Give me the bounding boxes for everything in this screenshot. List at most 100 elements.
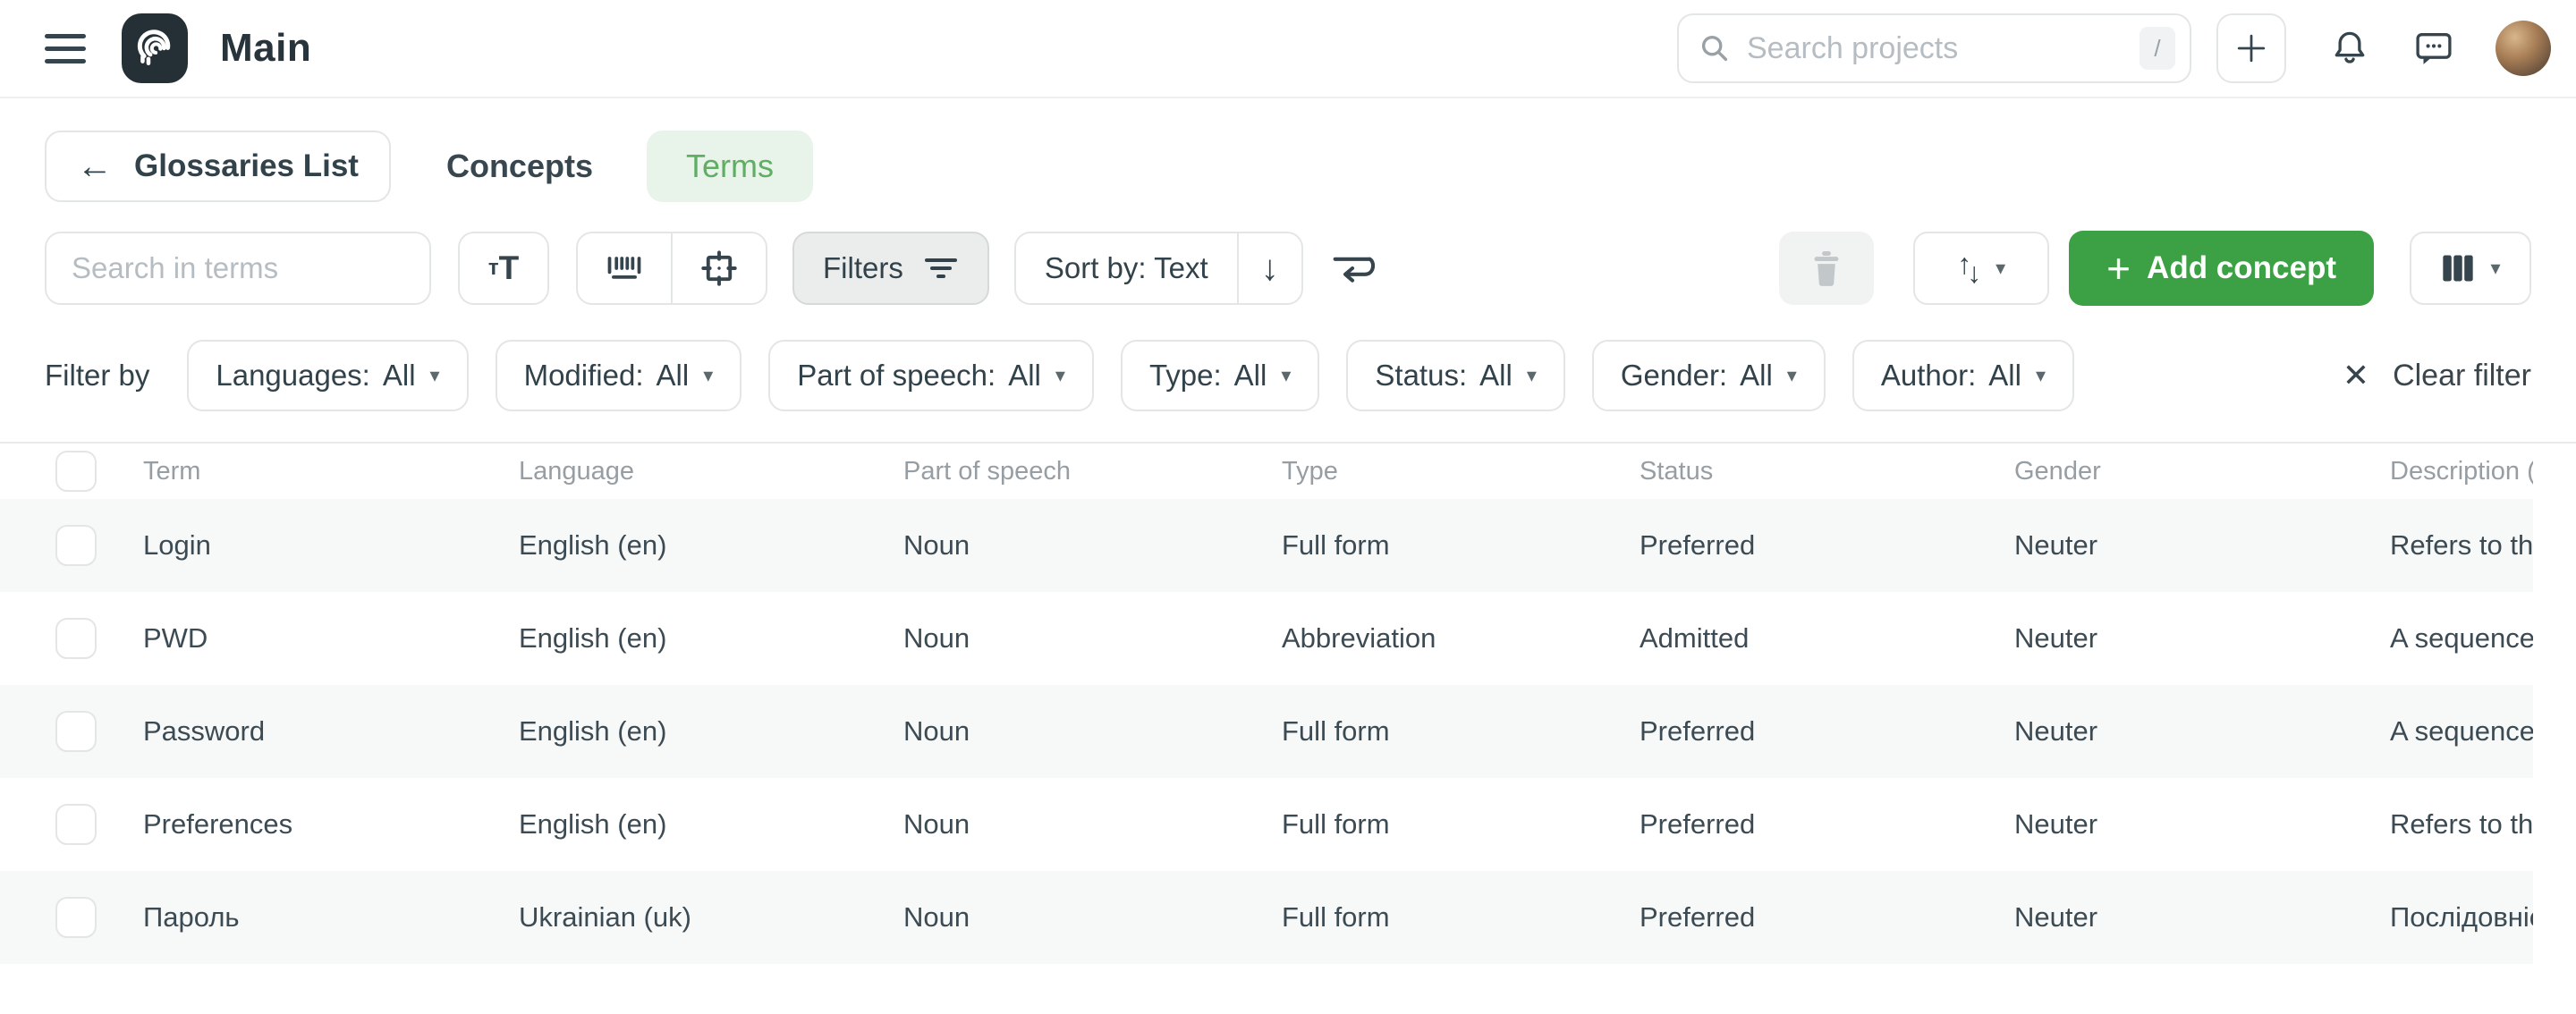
column-header[interactable]: Description (co xyxy=(2390,444,2533,499)
create-project-button[interactable] xyxy=(2216,13,2286,83)
cell-gender: Neuter xyxy=(2014,871,2390,964)
row-checkbox-cell xyxy=(0,778,143,871)
cell-part-of-speech: Noun xyxy=(903,871,1282,964)
select-all-checkbox[interactable] xyxy=(55,451,97,492)
cell-term: Login xyxy=(143,499,519,592)
column-header[interactable]: Language xyxy=(519,444,903,499)
wrap-lines-button[interactable] xyxy=(1330,249,1375,287)
add-concept-button[interactable]: + Add concept xyxy=(2069,231,2374,306)
filter-dropdown[interactable]: Part of speech: All ▾ xyxy=(768,340,1094,411)
messages-chat-icon[interactable] xyxy=(2413,28,2454,69)
filter-pills: Languages: All ▾ Modified: All ▾ Part of… xyxy=(187,340,2074,411)
filter-value: All xyxy=(1740,359,1773,393)
row-checkbox[interactable] xyxy=(55,618,97,659)
cell-description: A sequence of xyxy=(2390,685,2533,778)
table-row[interactable]: Password English (en) Noun Full form Pre… xyxy=(0,685,2533,778)
reorder-dropdown-button[interactable]: ↑↓ ▾ xyxy=(1913,232,2049,305)
cell-type: Full form xyxy=(1282,685,1640,778)
back-to-glossaries-button[interactable]: ← Glossaries List xyxy=(45,131,391,202)
table-row[interactable]: Пароль Ukrainian (uk) Noun Full form Pre… xyxy=(0,871,2533,964)
column-header[interactable]: Type xyxy=(1282,444,1640,499)
tab-concepts[interactable]: Concepts xyxy=(446,148,593,185)
delete-trash-button[interactable] xyxy=(1779,232,1874,305)
search-options-group xyxy=(576,232,767,305)
filter-dropdown[interactable]: Gender: All ▾ xyxy=(1592,340,1826,411)
cell-term: PWD xyxy=(143,592,519,685)
cell-description: Refers to the xyxy=(2390,499,2533,592)
filters-button[interactable]: Filters xyxy=(792,232,989,305)
cell-type: Abbreviation xyxy=(1282,592,1640,685)
cell-language: Ukrainian (uk) xyxy=(519,871,903,964)
keyboard-shortcut-badge: / xyxy=(2140,27,2175,70)
match-case-button[interactable]: тT xyxy=(458,232,549,305)
row-checkbox-cell xyxy=(0,499,143,592)
columns-dropdown-button[interactable]: ▾ xyxy=(2410,232,2531,305)
clear-filter-label: Clear filter xyxy=(2393,359,2531,393)
crowdin-logo[interactable] xyxy=(122,13,188,83)
sort-direction-button[interactable]: ↓ xyxy=(1239,233,1301,303)
filter-label: Part of speech: xyxy=(797,359,996,393)
row-checkbox[interactable] xyxy=(55,525,97,566)
search-projects-input[interactable] xyxy=(1747,31,2140,66)
exact-match-button[interactable] xyxy=(673,233,766,303)
filter-value: All xyxy=(1008,359,1041,393)
row-checkbox[interactable] xyxy=(55,711,97,752)
table-header-row: TermLanguagePart of speechTypeStatusGend… xyxy=(0,444,2533,499)
toolbar-right-actions: ↑↓ ▾ + Add concept ▾ xyxy=(1779,231,2531,306)
filter-value: All xyxy=(383,359,416,393)
filter-value: All xyxy=(657,359,690,393)
notifications-bell-icon[interactable] xyxy=(2329,28,2370,69)
plus-icon: + xyxy=(2106,248,2131,289)
filter-label: Status: xyxy=(1375,359,1467,393)
select-all-cell xyxy=(0,444,143,499)
user-avatar[interactable] xyxy=(2496,21,2551,76)
back-button-label: Glossaries List xyxy=(134,148,359,184)
whole-word-button[interactable] xyxy=(578,233,671,303)
cell-type: Full form xyxy=(1282,871,1640,964)
cell-status: Preferred xyxy=(1640,685,2014,778)
clear-filter-button[interactable]: ✕ Clear filter xyxy=(2343,359,2531,393)
filter-dropdown[interactable]: Type: All ▾ xyxy=(1121,340,1319,411)
match-case-icon: т xyxy=(488,256,499,281)
search-terms-input[interactable] xyxy=(72,251,404,285)
filter-value: All xyxy=(1234,359,1267,393)
filter-value: All xyxy=(1479,359,1513,393)
search-projects-box[interactable]: / xyxy=(1677,13,2191,83)
terms-table: TermLanguagePart of speechTypeStatusGend… xyxy=(0,444,2533,964)
filter-dropdown[interactable]: Status: All ▾ xyxy=(1346,340,1564,411)
column-header[interactable]: Term xyxy=(143,444,519,499)
search-terms-box[interactable] xyxy=(45,232,431,305)
back-arrow-icon: ← xyxy=(77,148,113,184)
filter-label: Type: xyxy=(1149,359,1222,393)
column-header[interactable]: Part of speech xyxy=(903,444,1282,499)
row-checkbox[interactable] xyxy=(55,804,97,845)
column-header[interactable]: Status xyxy=(1640,444,2014,499)
cell-term: Preferences xyxy=(143,778,519,871)
table-row[interactable]: PWD English (en) Noun Abbreviation Admit… xyxy=(0,592,2533,685)
row-checkbox-cell xyxy=(0,685,143,778)
arrow-down-icon: ↓ xyxy=(1261,249,1279,289)
table-body: Login English (en) Noun Full form Prefer… xyxy=(0,499,2533,964)
tab-terms[interactable]: Terms xyxy=(647,131,813,202)
top-right-actions: / xyxy=(1677,13,2551,83)
table-row[interactable]: Login English (en) Noun Full form Prefer… xyxy=(0,499,2533,592)
cell-status: Preferred xyxy=(1640,871,2014,964)
hamburger-menu-icon[interactable] xyxy=(45,28,86,69)
cell-part-of-speech: Noun xyxy=(903,592,1282,685)
cell-language: English (en) xyxy=(519,592,903,685)
caret-down-icon: ▾ xyxy=(1996,257,2005,280)
column-header[interactable]: Gender xyxy=(2014,444,2390,499)
sort-by-button[interactable]: Sort by: Text xyxy=(1016,233,1237,303)
caret-down-icon: ▾ xyxy=(430,364,440,387)
cell-part-of-speech: Noun xyxy=(903,499,1282,592)
filter-dropdown[interactable]: Languages: All ▾ xyxy=(187,340,468,411)
sort-asc-desc-icon: ↑↓ xyxy=(1957,252,1981,285)
cell-description: Refers to the xyxy=(2390,778,2533,871)
row-checkbox[interactable] xyxy=(55,897,97,938)
filter-bar: Filter by Languages: All ▾ Modified: All… xyxy=(45,340,2531,411)
table-row[interactable]: Preferences English (en) Noun Full form … xyxy=(0,778,2533,871)
filter-dropdown[interactable]: Author: All ▾ xyxy=(1852,340,2074,411)
top-bar: Main / xyxy=(0,0,2576,98)
search-icon xyxy=(1699,32,1731,64)
filter-dropdown[interactable]: Modified: All ▾ xyxy=(496,340,742,411)
